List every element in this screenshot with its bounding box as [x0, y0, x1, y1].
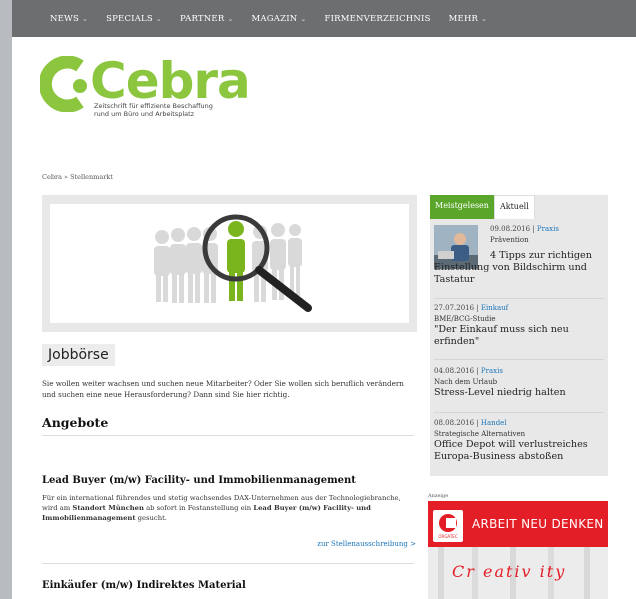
article-headline[interactable]: Stress-Level niedrig halten [434, 387, 604, 399]
nav-label: NEWS [50, 13, 80, 24]
chevron-down-icon: ⌄ [82, 14, 89, 23]
nav-item-news[interactable]: NEWS ⌄ [50, 14, 88, 24]
tab-meistgelesen[interactable]: Meistgelesen [430, 195, 494, 219]
job-detail-link[interactable]: zur Stellenausschreibung > [317, 540, 416, 548]
site-logo[interactable]: Cebra Zeitschrift für effiziente Beschaf… [40, 52, 251, 126]
page: NEWS ⌄ SPECIALS ⌄ PARTNER ⌄ MAGAZIN ⌄ FIRMEN… [12, 0, 636, 599]
article-date: 04.08.2016 [434, 367, 475, 375]
advertisement-banner[interactable]: ORGATEC ARBEIT NEU DENKEN Cr eativ ity [428, 501, 608, 599]
ad-script-text: Cr eativ ity [452, 562, 567, 581]
hero-banner [42, 195, 417, 332]
article-kicker: BME/BCG-Studie [434, 315, 496, 323]
logo-tagline: Zeitschrift für effiziente Beschaffung r… [94, 102, 224, 118]
divider [434, 298, 604, 299]
sidebar-articles: Meistgelesen Aktuell 09.08.2016 | Praxis… [430, 195, 608, 476]
chevron-down-icon: ⌄ [155, 14, 162, 23]
ad-brand: ORGATEC [438, 534, 458, 539]
nav-item-specials[interactable]: SPECIALS ⌄ [106, 14, 162, 24]
sidebar-article[interactable]: 08.08.2016 | Handel Strategische Alterna… [434, 419, 604, 463]
article-category-link[interactable]: Praxis [481, 367, 503, 375]
nav-label: MEHR [448, 13, 479, 24]
job-description: Für ein international führendes und stet… [42, 494, 414, 523]
nav-item-magazin[interactable]: MAGAZIN ⌄ [252, 14, 307, 24]
ad-headline: ARBEIT NEU DENKEN [472, 517, 604, 531]
nav-label: MAGAZIN [251, 13, 298, 24]
job-desc-text: gesucht. [135, 513, 167, 522]
intro-text: Sie wollen weiter wachsen und suchen neu… [42, 379, 404, 399]
article-meta: 08.08.2016 | Handel [434, 419, 507, 427]
article-meta: 04.08.2016 | Praxis [434, 367, 503, 375]
page-title: Jobbörse [42, 344, 115, 366]
people-magnifier-illustration-icon [154, 214, 312, 312]
offers-heading: Angebote [42, 415, 414, 436]
article-headline[interactable]: 4 Tipps zur richtigen Einstellung von Bi… [434, 250, 604, 286]
nav-item-mehr[interactable]: MEHR ⌄ [449, 14, 488, 24]
nav-item-partner[interactable]: PARTNER ⌄ [180, 14, 234, 24]
ad-header: ORGATEC ARBEIT NEU DENKEN [428, 501, 608, 547]
article-category-link[interactable]: Praxis [537, 225, 559, 233]
hero-image [50, 204, 409, 323]
article-kicker: Strategische Alternativen [434, 430, 526, 438]
nav-item-firmenverzeichnis[interactable]: FIRMENVERZEICHNIS [324, 14, 430, 24]
chevron-down-icon: ⌄ [300, 14, 307, 23]
logo-shape [446, 518, 456, 528]
nav-label: SPECIALS [106, 13, 153, 24]
breadcrumb[interactable]: Cebra » Stellenmarkt [42, 173, 113, 181]
logo-tagline-line: rund um Büro und Arbeitsplatz [94, 110, 195, 118]
chevron-down-icon: ⌄ [227, 14, 234, 23]
article-kicker: Prävention [490, 236, 529, 244]
divider [434, 412, 604, 413]
article-date: 08.08.2016 [434, 419, 475, 427]
article-date: 09.08.2016 [490, 225, 531, 233]
job-desc-bold: Standort München [72, 503, 144, 512]
divider [42, 563, 414, 564]
top-navigation: NEWS ⌄ SPECIALS ⌄ PARTNER ⌄ MAGAZIN ⌄ FIRMEN… [12, 0, 636, 37]
job-title[interactable]: Lead Buyer (m/w) Facility- und Immobilie… [42, 475, 356, 486]
article-category-link[interactable]: Handel [481, 419, 507, 427]
logo-tagline-line: Zeitschrift für effiziente Beschaffung [94, 102, 213, 110]
divider [434, 359, 604, 360]
article-meta: 09.08.2016 | Praxis [490, 225, 559, 233]
job-title[interactable]: Einkäufer (m/w) Indirektes Material [42, 580, 246, 591]
article-date: 27.07.2016 [434, 304, 475, 312]
article-headline[interactable]: "Der Einkauf muss sich neu erfinden" [434, 324, 604, 348]
sidebar-tabs: Meistgelesen Aktuell [430, 195, 535, 219]
tab-aktuell[interactable]: Aktuell [493, 195, 535, 219]
nav-label: FIRMENVERZEICHNIS [324, 13, 431, 24]
article-meta: 27.07.2016 | Einkauf [434, 304, 509, 312]
nav-label: PARTNER [180, 13, 225, 24]
chevron-down-icon: ⌄ [481, 14, 488, 23]
article-headline[interactable]: Office Depot will verlustreiches Europa-… [434, 439, 604, 463]
ad-label: Anzeige [428, 493, 449, 499]
sidebar-article[interactable]: 27.07.2016 | Einkauf BME/BCG-Studie "Der… [434, 304, 604, 348]
orgatec-logo-icon: ORGATEC [433, 510, 463, 542]
article-kicker: Nach dem Urlaub [434, 378, 498, 386]
article-category-link[interactable]: Einkauf [481, 304, 508, 312]
job-desc-text: ab sofort in Festanstellung ein [143, 503, 254, 512]
sidebar-article[interactable]: 09.08.2016 | Praxis Prävention 4 Tipps z… [434, 225, 604, 285]
sidebar-article[interactable]: 04.08.2016 | Praxis Nach dem Urlaub Stre… [434, 367, 604, 399]
